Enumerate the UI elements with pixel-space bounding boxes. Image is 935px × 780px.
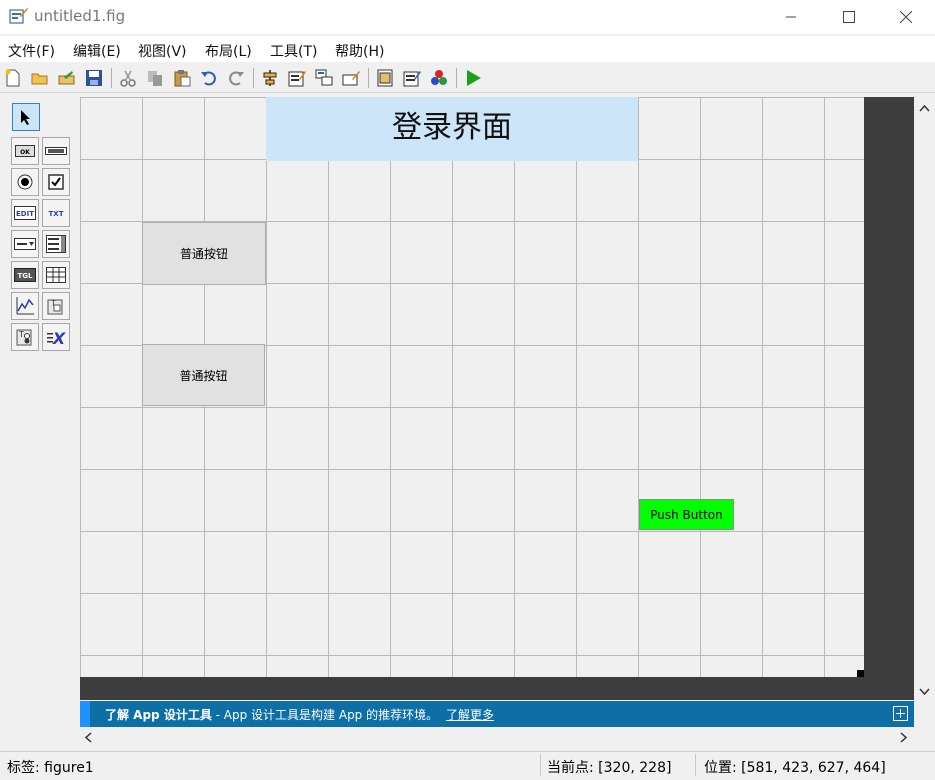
push-button-1[interactable]: 普通按钮 [142,222,266,285]
undo-icon[interactable] [198,67,220,89]
cut-icon[interactable] [117,67,139,89]
listbox-icon[interactable] [42,230,70,258]
vertical-scrollbar[interactable] [914,97,935,700]
component-palette: OK EDIT TXT TGL T T X [0,95,80,727]
toggle-button-icon[interactable]: TGL [11,261,39,289]
panel-icon[interactable]: T [42,292,70,320]
table-icon[interactable] [42,261,70,289]
push-button-2[interactable]: 普通按钮 [142,344,265,406]
button-group-icon[interactable]: T [11,323,39,351]
title-bar: untitled1.fig [0,0,935,34]
save-open-icon[interactable] [56,67,78,89]
app-designer-banner: 了解 App 设计工具 - App 设计工具是构建 App 的推荐环境。 了解更… [80,701,914,727]
menu-bar: 文件(F) 编辑(E) 视图(V) 布局(L) 工具(T) 帮助(H) [0,36,935,62]
banner-text: - App 设计工具是构建 App 的推荐环境。 [211,708,439,722]
menu-help[interactable]: 帮助(H) [335,41,384,61]
svg-text:X: X [52,329,66,346]
menu-tools[interactable]: 工具(T) [270,41,317,61]
axes-icon[interactable] [11,292,39,320]
svg-text:TXT: TXT [49,210,64,218]
scroll-left-icon[interactable] [84,732,92,747]
object-browser-icon[interactable] [428,67,450,89]
figure-grid[interactable]: 登录界面 普通按钮 普通按钮 Push Button [80,97,864,677]
paste-icon[interactable] [171,67,193,89]
banner-accent [80,701,90,727]
redo-icon[interactable] [225,67,247,89]
open-icon[interactable] [29,67,51,89]
new-icon[interactable] [2,67,24,89]
window-title: untitled1.fig [34,7,126,25]
menu-layout[interactable]: 布局(L) [205,41,252,61]
select-arrow-icon[interactable] [12,103,40,131]
popup-menu-icon[interactable] [11,230,39,258]
toolbar [0,63,935,93]
guide-app-icon [9,7,29,25]
activex-icon[interactable]: X [42,323,70,351]
tab-order-icon[interactable] [313,67,335,89]
scroll-down-icon[interactable] [919,685,930,700]
toolbar-editor-icon[interactable] [340,67,362,89]
maximize-icon[interactable] [820,0,878,34]
status-bar: 标签: figure1 当前点: [320, 228] 位置: [581, 42… [0,751,935,780]
menu-view[interactable]: 视图(V) [138,41,187,61]
static-text-icon[interactable]: TXT [42,199,70,227]
horizontal-scrollbar[interactable] [80,727,935,747]
minimize-icon[interactable] [762,0,820,34]
editor-icon[interactable] [374,67,396,89]
push-button-green[interactable]: Push Button [639,499,734,530]
svg-text:TGL: TGL [18,272,34,280]
scroll-right-icon[interactable] [900,732,908,747]
scroll-up-icon[interactable] [919,101,930,116]
learn-more-link[interactable]: 了解更多 [446,708,494,722]
save-icon[interactable] [83,67,105,89]
menu-file[interactable]: 文件(F) [8,41,55,61]
status-tag: 标签: figure1 [7,760,94,776]
menu-edit[interactable]: 编辑(E) [73,41,121,61]
menu-editor-icon[interactable] [286,67,308,89]
copy-icon[interactable] [144,67,166,89]
banner-bold-text: 了解 App 设计工具 [105,708,212,722]
expand-icon[interactable] [893,706,908,724]
status-position: 位置: [581, 423, 627, 464] [704,760,886,776]
radio-button-icon[interactable] [11,168,39,196]
slider-icon[interactable] [42,137,70,165]
close-icon[interactable] [877,0,935,34]
title-static-text[interactable]: 登录界面 [266,97,638,161]
layout-canvas: 登录界面 普通按钮 普通按钮 Push Button [80,97,914,700]
status-current-point: 当前点: [320, 228] [547,760,672,776]
svg-text:OK: OK [20,149,30,156]
push-button-icon[interactable]: OK [11,137,39,165]
edit-text-icon[interactable]: EDIT [11,199,39,227]
run-icon[interactable] [462,67,484,89]
svg-text:T: T [18,330,24,339]
property-inspector-icon[interactable] [401,67,423,89]
align-icon[interactable] [259,67,281,89]
svg-text:EDIT: EDIT [16,210,34,218]
checkbox-icon[interactable] [42,168,70,196]
figure-resize-handle[interactable] [857,670,864,677]
